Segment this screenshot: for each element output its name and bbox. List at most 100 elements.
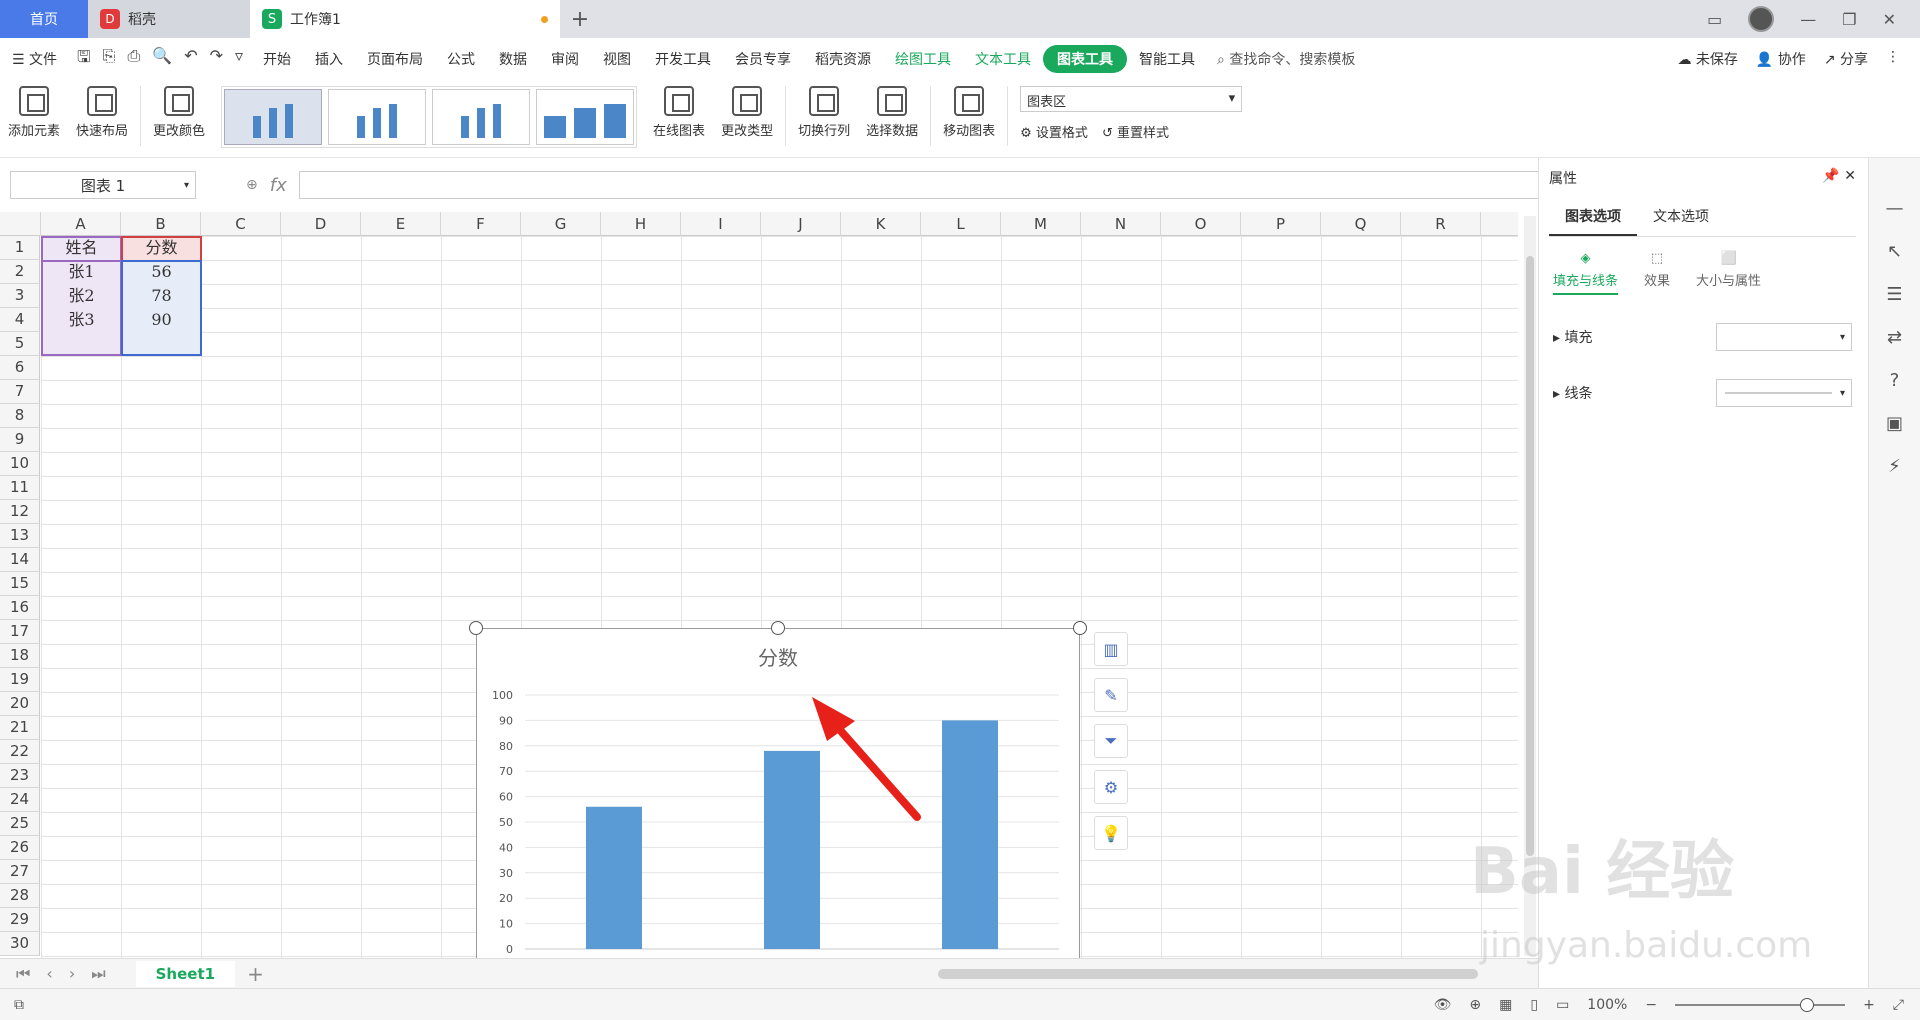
column-header-b[interactable]: B (121, 212, 201, 236)
menu-text-tools[interactable]: 文本工具 (963, 49, 1043, 69)
zoom-out-button[interactable]: − (1645, 997, 1657, 1013)
image-icon[interactable]: ▣ (1886, 413, 1903, 434)
menu-daoke-resources[interactable]: 稻壳资源 (803, 49, 883, 69)
menu-draw-tools[interactable]: 绘图工具 (883, 49, 963, 69)
close-icon[interactable]: ✕ (1883, 10, 1896, 29)
column-header-k[interactable]: K (841, 212, 921, 236)
fullscreen-icon[interactable]: ⤢ (1893, 997, 1904, 1013)
column-header-j[interactable]: J (761, 212, 841, 236)
sliders-icon[interactable]: ☰ (1886, 284, 1902, 305)
row-header-7[interactable]: 7 (0, 380, 40, 404)
row-header-12[interactable]: 12 (0, 500, 40, 524)
select-data-button[interactable]: 选择数据 (858, 86, 926, 139)
chart-style-4[interactable] (536, 89, 635, 145)
row-header-20[interactable]: 20 (0, 692, 40, 716)
cell-a2[interactable]: 张1 (41, 260, 122, 284)
row-header-30[interactable]: 30 (0, 932, 40, 956)
menu-chart-tools[interactable]: 图表工具 (1043, 45, 1128, 73)
column-header-n[interactable]: N (1081, 212, 1161, 236)
read-view-icon[interactable]: ▭ (1556, 997, 1569, 1013)
tab-text-options[interactable]: 文本选项 (1637, 198, 1725, 236)
chart-style-2[interactable] (328, 89, 427, 145)
add-sheet-button[interactable]: + (247, 962, 264, 986)
quick-layout-button[interactable]: 快速布局 (68, 86, 136, 139)
row-header-11[interactable]: 11 (0, 476, 40, 500)
column-header-f[interactable]: F (441, 212, 521, 236)
cell-a4[interactable]: 张3 (41, 308, 122, 332)
column-header-h[interactable]: H (601, 212, 681, 236)
eye-protect-icon[interactable]: 👁 (1434, 997, 1452, 1013)
menu-member[interactable]: 会员专享 (723, 49, 803, 69)
print-icon[interactable]: ⎙ (127, 46, 140, 73)
export-icon[interactable]: ⎘ (103, 46, 116, 73)
new-tab-button[interactable]: + (560, 0, 600, 38)
row-header-1[interactable]: 1 (0, 236, 40, 260)
chart-area-select[interactable]: 图表区 ▾ (1020, 86, 1243, 112)
subtab-size[interactable]: ⬜ 大小与属性 (1696, 251, 1761, 295)
column-header-c[interactable]: C (201, 212, 281, 236)
row-header-16[interactable]: 16 (0, 596, 40, 620)
collab-button[interactable]: 👤 协作 (1756, 49, 1806, 69)
cell-b2[interactable]: 56 (121, 260, 202, 284)
cursor-icon[interactable]: ↖ (1887, 241, 1902, 262)
row-header-22[interactable]: 22 (0, 740, 40, 764)
resize-handle-tl[interactable] (469, 621, 483, 635)
set-format-button[interactable]: ⚙ 设置格式 (1020, 122, 1088, 141)
row-header-25[interactable]: 25 (0, 812, 40, 836)
line-dropdown[interactable]: ▾ (1716, 379, 1852, 407)
minimize-icon[interactable]: — (1800, 10, 1816, 29)
chart-style-brush-icon[interactable]: ✎ (1094, 678, 1128, 712)
more-icon[interactable]: ▿ (235, 46, 243, 73)
chart-title[interactable]: 分数 (758, 646, 798, 670)
row-header-8[interactable]: 8 (0, 404, 40, 428)
file-menu[interactable]: ☰ 文件 (0, 49, 69, 69)
column-header-o[interactable]: O (1161, 212, 1241, 236)
column-header-p[interactable]: P (1241, 212, 1321, 236)
transform-icon[interactable]: ⇄ (1887, 327, 1902, 348)
view-mode-icon[interactable]: ⊕ (1469, 997, 1481, 1013)
menu-start[interactable]: 开始 (251, 49, 303, 69)
add-element-button[interactable]: 添加元素 (0, 86, 68, 139)
row-header-2[interactable]: 2 (0, 260, 40, 284)
preview-icon[interactable]: 🔍 (152, 46, 172, 73)
next-sheet-icon[interactable]: › (69, 964, 75, 983)
bar-3[interactable] (942, 720, 998, 949)
cell-a3[interactable]: 张2 (41, 284, 122, 308)
chart-style-1[interactable] (224, 89, 323, 145)
chart-filter-icon[interactable]: ⏷ (1094, 724, 1128, 758)
bar-chart[interactable]: 分数0102030405060708090100张1张2张3 (476, 628, 1080, 958)
change-color-button[interactable]: 更改颜色 (145, 86, 213, 139)
tab-chart-options[interactable]: 图表选项 (1549, 198, 1637, 236)
avatar[interactable] (1748, 6, 1775, 32)
first-sheet-icon[interactable]: ⏮ (16, 964, 30, 984)
zoom-formula-icon[interactable]: ⊕ (246, 177, 258, 193)
row-header-5[interactable]: 5 (0, 332, 40, 356)
cell-a1[interactable]: 姓名 (41, 236, 122, 260)
line-label[interactable]: ▸ 线条 (1553, 383, 1592, 403)
undo-icon[interactable]: ↶ (184, 46, 197, 73)
tab-home[interactable]: 首页 (0, 0, 88, 38)
row-header-15[interactable]: 15 (0, 572, 40, 596)
page-view-icon[interactable]: ▯ (1530, 997, 1538, 1013)
column-header-i[interactable]: I (681, 212, 761, 236)
zoom-in-button[interactable]: + (1863, 997, 1875, 1013)
menu-developer[interactable]: 开发工具 (643, 49, 723, 69)
lightning-icon[interactable]: ⚡ (1888, 456, 1901, 477)
normal-view-icon[interactable]: ▦ (1499, 997, 1512, 1013)
chart-elements-icon[interactable]: ▥ (1094, 632, 1128, 666)
pin-icon[interactable]: 📌 (1822, 168, 1839, 184)
resize-handle-t[interactable] (771, 621, 785, 635)
chart-tip-bulb-icon[interactable]: 💡 (1094, 816, 1128, 850)
menu-formula[interactable]: 公式 (435, 49, 487, 69)
online-chart-button[interactable]: 在线图表 (645, 86, 713, 139)
menu-insert[interactable]: 插入 (303, 49, 355, 69)
chart-settings-icon[interactable]: ⚙ (1094, 770, 1128, 804)
row-header-29[interactable]: 29 (0, 908, 40, 932)
name-box[interactable]: 图表 1 ▾ (10, 171, 196, 199)
restore-icon[interactable]: ❐ (1842, 10, 1856, 29)
menu-data[interactable]: 数据 (487, 49, 539, 69)
layout-icon[interactable]: ▭ (1707, 10, 1722, 29)
zoom-knob[interactable] (1800, 997, 1815, 1012)
share-button[interactable]: ↗ 分享 (1824, 49, 1868, 69)
cell-b4[interactable]: 90 (121, 308, 202, 332)
